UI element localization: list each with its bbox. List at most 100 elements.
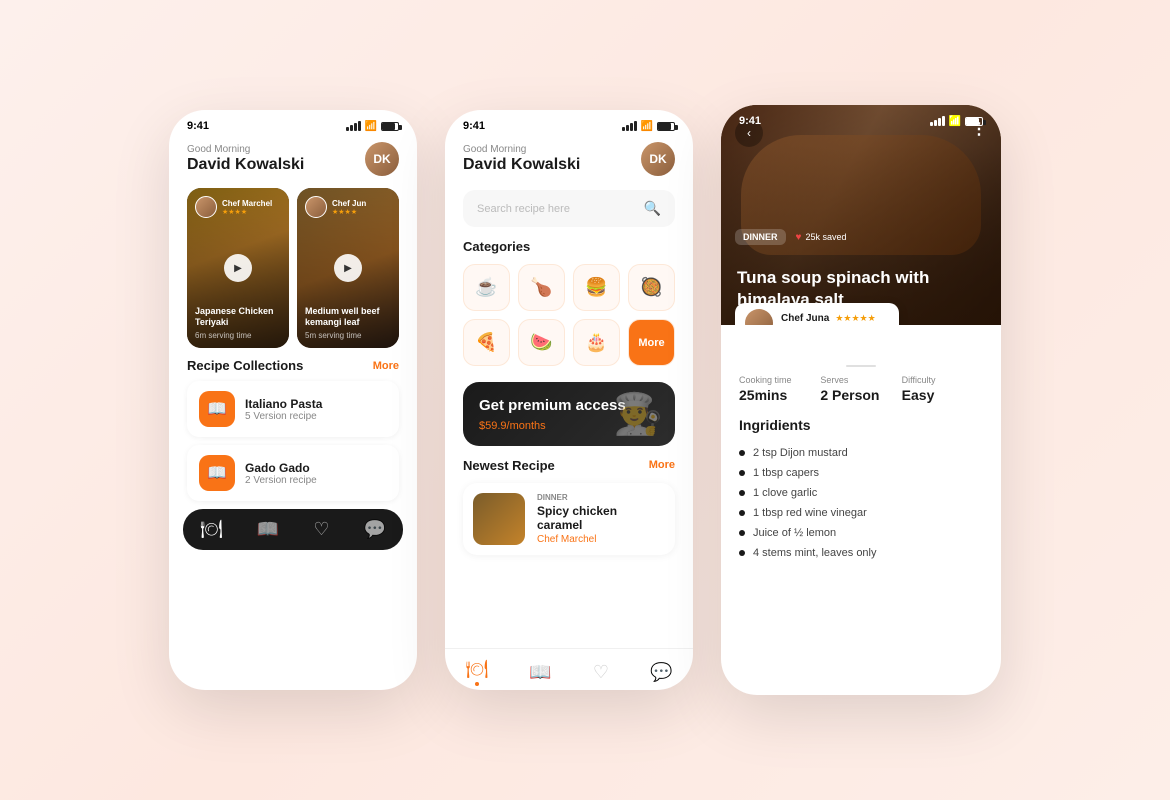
- nav2-chat[interactable]: 💬: [650, 662, 672, 683]
- collections-title: Recipe Collections: [187, 358, 303, 373]
- ingredients-title: Ingridients: [739, 417, 983, 433]
- nav2-favorites[interactable]: ♡: [593, 662, 609, 683]
- recipe-title-1: Japanese Chicken Teriyaki: [195, 306, 281, 329]
- collection-item-2[interactable]: 📖 Gado Gado 2 Version recipe: [187, 445, 399, 501]
- saved-count: 25k saved: [805, 232, 846, 242]
- chef-card: Chef Juna ★★★★★ Lead of chef at Maskoco …: [735, 303, 899, 325]
- signal-icon: [346, 121, 361, 131]
- recipe-info-2: Medium well beef kemangi leaf 5m serving…: [305, 306, 391, 340]
- battery-icon-2: [657, 122, 675, 131]
- heart-icon: ♥: [796, 232, 802, 243]
- signal-icon-2: [622, 121, 637, 131]
- collection-ver-2: 2 Version recipe: [245, 475, 317, 486]
- cooking-time-label: Cooking time: [739, 375, 820, 385]
- chef-avatar-sm-1: [195, 196, 217, 218]
- cat-pizza[interactable]: 🍕: [463, 319, 510, 366]
- battery-icon-3: [965, 117, 983, 126]
- collections-more[interactable]: More: [373, 360, 399, 372]
- recipe-time-2: 5m serving time: [305, 331, 391, 340]
- collection-list: 📖 Italiano Pasta 5 Version recipe 📖 Gado…: [169, 381, 417, 501]
- ingredient-5: Juice of ½ lemon: [739, 523, 983, 543]
- status-bar-1: 9:41 📶: [169, 110, 417, 136]
- categories-section: Categories ☕ 🍗 🍔 🥘 🍕 🍉 🎂 More: [445, 239, 693, 378]
- recipe-card-2[interactable]: Chef Jun ★★★★ ▶ Medium well beef kemangi…: [297, 188, 399, 348]
- nav-chat-1[interactable]: 💬: [364, 519, 386, 540]
- nav-home-1[interactable]: 🍽: [200, 519, 223, 540]
- play-btn-2[interactable]: ▶: [334, 254, 362, 282]
- bullet-4: [739, 510, 745, 516]
- cat-icon-cake: 🎂: [585, 332, 607, 353]
- recipe-name: Spicy chicken caramel: [537, 504, 665, 532]
- cat-fruit[interactable]: 🍉: [518, 319, 565, 366]
- ingredient-1: 2 tsp Dijon mustard: [739, 443, 983, 463]
- cat-more[interactable]: More: [628, 319, 675, 366]
- recipe-time-1: 6m serving time: [195, 331, 281, 340]
- chef-info-2: Chef Jun ★★★★: [305, 196, 366, 218]
- collection-name-2: Gado Gado: [245, 461, 317, 475]
- premium-text: Get premium access $59.9/months: [479, 396, 626, 432]
- ingr-text-5: Juice of ½ lemon: [753, 527, 836, 539]
- details-grid: Cooking time 25mins Serves 2 Person Diff…: [739, 375, 983, 403]
- ingredient-2: 1 tbsp capers: [739, 463, 983, 483]
- collection-name-1: Italiano Pasta: [245, 397, 322, 411]
- username-1: David Kowalski: [187, 156, 304, 174]
- search-bar[interactable]: Search recipe here 🔍: [463, 190, 675, 227]
- recipe-title-2: Medium well beef kemangi leaf: [305, 306, 391, 329]
- hero-badges: DINNER ♥ 25k saved: [735, 229, 846, 245]
- cat-icon-drinks: ☕: [475, 277, 497, 298]
- serves-value: 2 Person: [820, 387, 901, 403]
- premium-banner[interactable]: Get premium access $59.9/months 👨‍🍳: [463, 382, 675, 446]
- avatar-1[interactable]: DK: [365, 142, 399, 176]
- premium-price-val: $59.9: [479, 420, 507, 432]
- ingredient-6: 4 stems mint, leaves only: [739, 543, 983, 563]
- cat-bowl[interactable]: 🥘: [628, 264, 675, 311]
- ingredient-4: 1 tbsp red wine vinegar: [739, 503, 983, 523]
- play-btn-1[interactable]: ▶: [224, 254, 252, 282]
- categories-title: Categories: [463, 239, 675, 254]
- nav-favorites-1[interactable]: ♡: [313, 519, 329, 540]
- phone-search-screen: 9:41 📶 Good Morning David Kowalski: [445, 110, 693, 690]
- greeting-1: Good Morning: [187, 144, 304, 155]
- signal-icon-3: [930, 116, 945, 126]
- dinner-badge: DINNER: [735, 229, 786, 245]
- bullet-1: [739, 450, 745, 456]
- chef-stars-3: ★★★★★: [835, 313, 875, 324]
- collections-header: Recipe Collections More: [169, 358, 417, 381]
- avatar-2[interactable]: DK: [641, 142, 675, 176]
- chef-avatar-sm-2: [305, 196, 327, 218]
- premium-per: /months: [507, 420, 546, 432]
- bullet-3: [739, 490, 745, 496]
- newest-recipe-row[interactable]: DINNER Spicy chicken caramel Chef Marche…: [463, 483, 675, 555]
- ingr-text-6: 4 stems mint, leaves only: [753, 547, 877, 559]
- difficulty-value: Easy: [902, 387, 983, 403]
- phone-home-screen: 9:41 📶 Good Morning David Kowalski: [169, 110, 417, 690]
- premium-title: Get premium access: [479, 396, 626, 416]
- chef-role-3: Lead of chef at Maskoco Hotel: [781, 324, 889, 325]
- bullet-2: [739, 470, 745, 476]
- battery-icon: [381, 122, 399, 131]
- status-icons-2: 📶: [622, 121, 675, 132]
- newest-more[interactable]: More: [649, 459, 675, 471]
- bullet-6: [739, 550, 745, 556]
- nav-recipes-1[interactable]: 📖: [257, 519, 279, 540]
- nav2-home[interactable]: 🍽: [466, 659, 489, 679]
- scroll-handle: [846, 365, 876, 367]
- ingr-text-4: 1 tbsp red wine vinegar: [753, 507, 867, 519]
- chef-avatar-3: [745, 309, 773, 325]
- cooking-time-item: Cooking time 25mins: [739, 375, 820, 403]
- recipe-info-1: Japanese Chicken Teriyaki 6m serving tim…: [195, 306, 281, 340]
- cat-cake[interactable]: 🎂: [573, 319, 620, 366]
- time-1: 9:41: [187, 120, 209, 132]
- cat-drinks[interactable]: ☕: [463, 264, 510, 311]
- status-icons-3: 📶: [930, 116, 983, 127]
- collection-item-1[interactable]: 📖 Italiano Pasta 5 Version recipe: [187, 381, 399, 437]
- cat-burger[interactable]: 🍔: [573, 264, 620, 311]
- cat-chicken[interactable]: 🍗: [518, 264, 565, 311]
- nav2-recipes[interactable]: 📖: [529, 662, 551, 683]
- cooking-time-value: 25mins: [739, 387, 820, 403]
- ingr-text-3: 1 clove garlic: [753, 487, 817, 499]
- cat-icon-chicken: 🍗: [530, 277, 552, 298]
- phone-detail-screen: 9:41 📶 ‹: [721, 105, 1001, 695]
- recipe-card-1[interactable]: Chef Marchel ★★★★ ▶ Japanese Chicken Ter…: [187, 188, 289, 348]
- time-2: 9:41: [463, 120, 485, 132]
